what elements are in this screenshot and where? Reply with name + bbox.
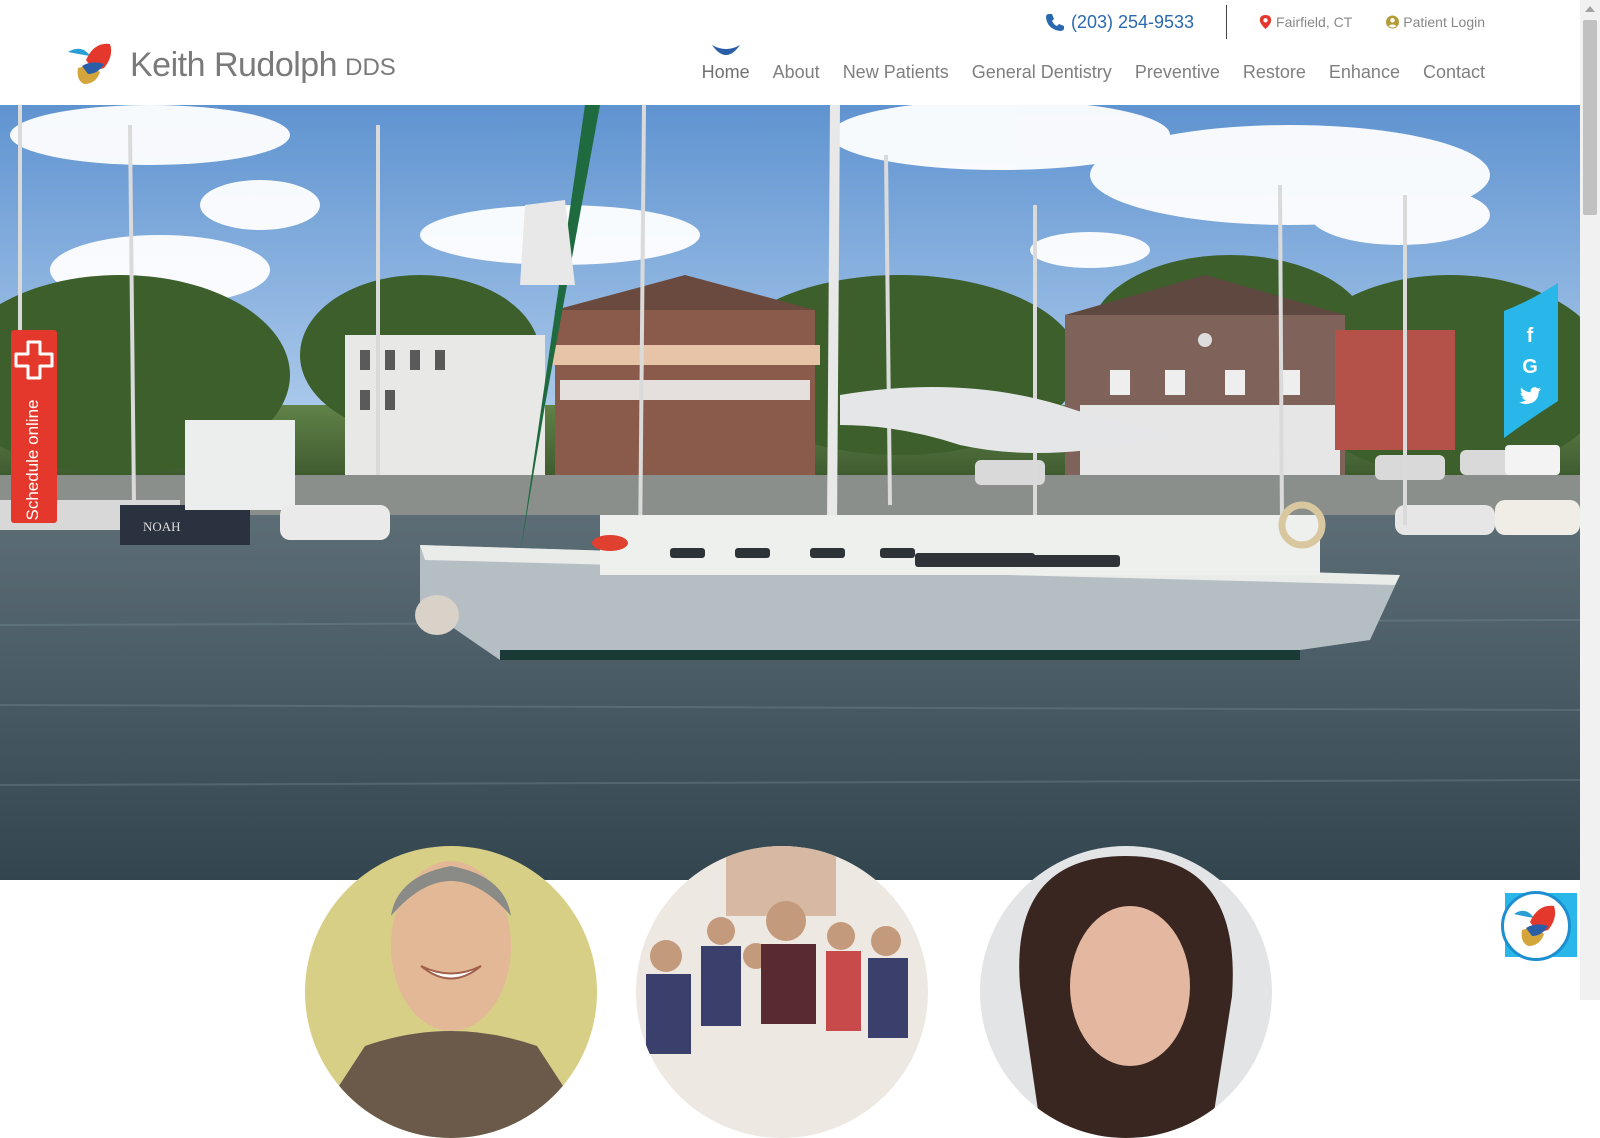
nav-label: Preventive xyxy=(1134,62,1220,82)
twitter-icon[interactable] xyxy=(1518,386,1542,408)
logo-mark-icon xyxy=(68,43,112,84)
nav-label: Restore xyxy=(1242,62,1306,82)
phone-icon xyxy=(1045,14,1064,31)
nav-item-general-dentistry[interactable]: General Dentistry xyxy=(972,62,1112,83)
nav-label: General Dentistry xyxy=(971,62,1112,82)
social-ribbon: f G xyxy=(1502,283,1558,438)
portrait-group[interactable] xyxy=(636,846,928,1138)
map-pin-icon xyxy=(1259,15,1272,29)
nav-item-preventive[interactable]: Preventive xyxy=(1135,62,1220,83)
nav-item-restore[interactable]: Restore xyxy=(1243,62,1306,83)
logo-name: Keith Rudolph xyxy=(130,45,338,84)
patient-login-link[interactable]: Patient Login xyxy=(1386,14,1485,30)
location-link[interactable]: Fairfield, CT xyxy=(1259,14,1352,30)
boat-name-label: NOAH xyxy=(143,519,181,534)
chat-widget[interactable] xyxy=(1501,891,1577,961)
nav-label: About xyxy=(772,62,820,82)
chat-logo-icon xyxy=(1514,905,1556,946)
nav-label: Enhance xyxy=(1328,62,1400,82)
main-nav: Home About New Patients General Dentistr… xyxy=(679,45,1485,83)
nav-item-home[interactable]: Home xyxy=(701,45,750,83)
medical-cross-icon xyxy=(14,340,54,380)
phone-number: (203) 254-9533 xyxy=(1070,11,1195,32)
nav-label: Contact xyxy=(1422,62,1485,82)
active-smile-icon xyxy=(711,45,740,55)
nav-item-new-patients[interactable]: New Patients xyxy=(843,62,949,83)
topbar-divider xyxy=(1226,5,1228,39)
site-header: Keith Rudolph DDS (203) 254-9533 Fairfie… xyxy=(0,0,1580,105)
nav-label: New Patients xyxy=(842,62,949,82)
google-icon[interactable]: G xyxy=(1518,356,1542,378)
portrait-man[interactable] xyxy=(305,846,597,1138)
nav-item-enhance[interactable]: Enhance xyxy=(1329,62,1400,83)
user-circle-icon xyxy=(1386,15,1400,29)
phone-link[interactable]: (203) 254-9533 xyxy=(1045,12,1194,33)
site-logo[interactable]: Keith Rudolph DDS xyxy=(64,42,396,88)
schedule-online-tab[interactable]: Schedule online xyxy=(11,330,57,523)
scroll-up-arrow-icon[interactable] xyxy=(1585,6,1595,12)
nav-label: Home xyxy=(701,62,750,82)
schedule-online-label: Schedule online xyxy=(23,399,42,521)
nav-item-about[interactable]: About xyxy=(773,62,820,83)
chat-avatar xyxy=(1501,891,1571,961)
patient-login-text: Patient Login xyxy=(1403,14,1485,30)
twitter-bird-shape xyxy=(1519,387,1541,405)
nav-item-contact[interactable]: Contact xyxy=(1423,62,1485,83)
smiling-man-photo xyxy=(305,846,597,1138)
group-photo xyxy=(636,846,928,1138)
scroll-thumb[interactable] xyxy=(1583,20,1597,215)
page-scrollbar[interactable] xyxy=(1580,0,1600,1000)
logo-suffix: DDS xyxy=(345,54,396,81)
portrait-woman[interactable] xyxy=(980,846,1272,1138)
facebook-icon[interactable]: f xyxy=(1518,325,1542,347)
topbar: (203) 254-9533 Fairfield, CT Patient Log… xyxy=(1045,5,1485,39)
harbor-scene: NOAH xyxy=(0,105,1580,880)
hero-harbor-image: NOAH xyxy=(0,105,1580,880)
location-text: Fairfield, CT xyxy=(1276,14,1353,30)
smiling-woman-photo xyxy=(980,846,1272,1138)
